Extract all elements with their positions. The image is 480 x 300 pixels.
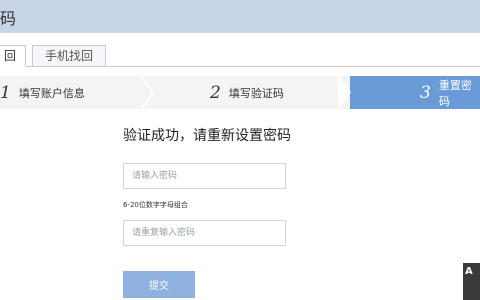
tab-recover[interactable]: 回 [0, 45, 26, 67]
step-fill-verification-code: 2 填写验证码 [210, 76, 284, 109]
confirm-password-input[interactable] [123, 220, 286, 246]
step-label: 填写账户信息 [18, 86, 85, 100]
window-title: 码 [0, 9, 17, 28]
step-progress-bar: 1 填写账户信息 2 填写验证码 3 重置密码 [0, 76, 480, 109]
step-arrow-icon [338, 76, 352, 109]
step-fill-account-info: 1 填写账户信息 [0, 76, 85, 109]
window-titlebar: 码 [0, 0, 480, 33]
corner-badge: A [463, 263, 480, 300]
tab-bar: 回 手机找回 [0, 33, 480, 68]
password-input[interactable] [123, 163, 286, 189]
step-number: 1 [0, 82, 11, 103]
step-number: 2 [210, 82, 221, 103]
step-label: 填写验证码 [228, 86, 284, 100]
corner-badge-label: A [465, 266, 473, 277]
tab-phone-recover[interactable]: 手机找回 [32, 45, 106, 67]
password-hint: 6-20位数字字母组合 [123, 201, 188, 209]
form-title: 验证成功，请重新设置密码 [123, 128, 291, 144]
step-label: 重置密码 [438, 78, 472, 108]
step-number: 3 [420, 82, 431, 103]
step-reset-password: 3 重置密码 [420, 76, 480, 109]
tab-bar-divider [0, 66, 480, 67]
submit-button[interactable]: 提交 [123, 271, 195, 298]
step-separator-icon [140, 76, 154, 109]
